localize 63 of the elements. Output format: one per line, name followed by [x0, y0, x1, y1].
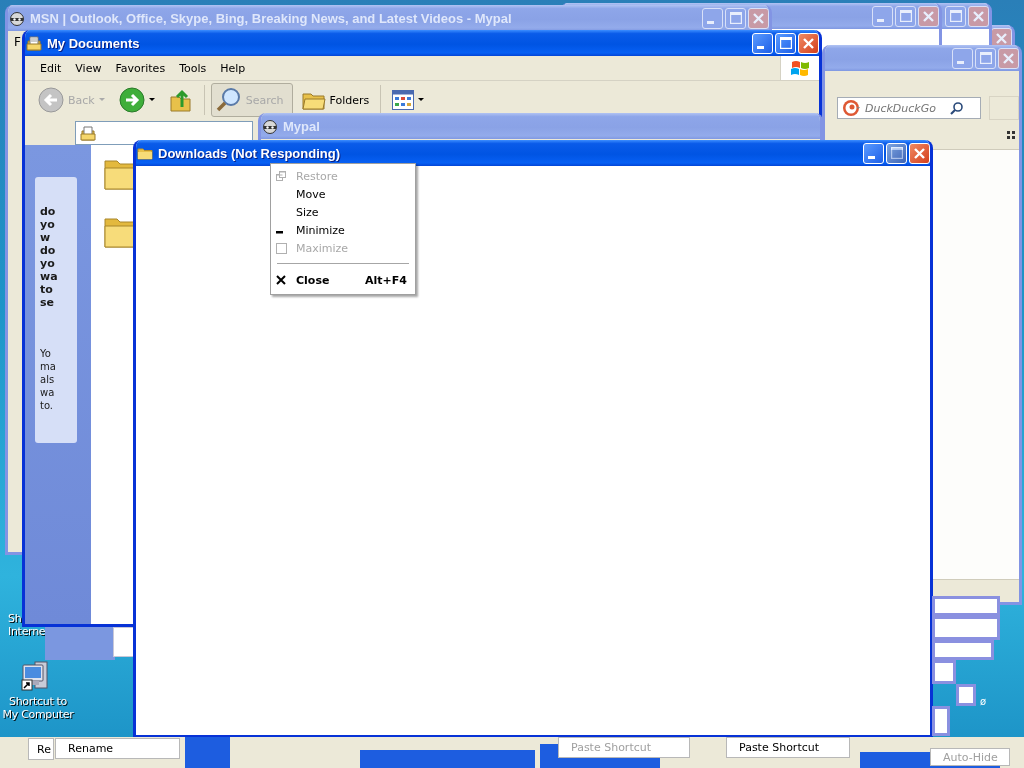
- caret-icon: [98, 98, 105, 102]
- folder-icon: [80, 125, 96, 141]
- app-icon: [9, 10, 25, 26]
- menu-item[interactable]: View: [68, 61, 109, 75]
- minimize-icon: [876, 18, 884, 22]
- menu-item[interactable]: Paste Shortcut: [726, 737, 850, 758]
- menu-item[interactable]: Help: [213, 61, 253, 75]
- maximize-icon: [779, 37, 792, 49]
- maximize-icon: [949, 10, 962, 22]
- maximize-icon: [729, 12, 742, 24]
- close-icon: [996, 32, 1007, 44]
- close-button[interactable]: [968, 5, 989, 27]
- search-icon: [950, 101, 963, 115]
- close-button[interactable]: [918, 5, 939, 27]
- grip-icon: [1007, 131, 1015, 139]
- round-logo-icon: [842, 99, 862, 117]
- menu-item[interactable]: Edit: [33, 61, 69, 75]
- window-title: Downloads (Not Responding): [158, 145, 340, 161]
- menu-item[interactable]: Rename: [55, 738, 180, 759]
- search-box[interactable]: DuckDuckGo: [837, 97, 982, 119]
- menu-item[interactable]: Close Alt+F4: [273, 269, 413, 291]
- close-icon: [973, 10, 984, 22]
- app-icon: [262, 118, 278, 134]
- close-icon: [914, 147, 925, 159]
- minimize-icon: [756, 45, 764, 49]
- maximize-icon: [899, 10, 912, 22]
- window-title: Mypal: [283, 118, 320, 134]
- close-icon: [923, 10, 934, 22]
- close-button[interactable]: [998, 47, 1019, 69]
- menu-item[interactable]: Move: [273, 185, 413, 203]
- window-title: MSN | Outlook, Office, Skype, Bing, Breaking News, and Latest Videos - Mypal: [30, 10, 512, 26]
- restore-icon: [276, 171, 287, 181]
- search-icon: [215, 87, 242, 113]
- menu-item[interactable]: Minimize: [273, 221, 413, 239]
- maximize-icon: [276, 242, 287, 254]
- close-icon: [1003, 52, 1014, 64]
- panel-text: Yo ma als wa to.: [40, 347, 57, 412]
- caret-icon: [148, 98, 155, 102]
- close-icon: [803, 37, 814, 49]
- folders-button[interactable]: Folders: [296, 83, 375, 117]
- menu-item[interactable]: Favorites: [108, 61, 173, 75]
- menu-item[interactable]: F: [14, 35, 21, 51]
- search-field[interactable]: DuckDuckGo: [865, 101, 947, 115]
- menu-item[interactable]: Tools: [172, 61, 214, 75]
- folder-up-icon: [168, 87, 193, 113]
- mark: ø: [980, 696, 987, 707]
- menu-item[interactable]: Re: [28, 738, 54, 760]
- maximize-icon: [890, 147, 903, 159]
- views-icon: [392, 90, 415, 110]
- maximize-icon: [979, 52, 992, 64]
- menu-item[interactable]: Size: [273, 203, 413, 221]
- close-button[interactable]: [748, 7, 769, 29]
- close-icon: [753, 12, 764, 24]
- caret-icon: [418, 98, 425, 102]
- windows-flag-icon: [790, 59, 810, 77]
- minimize-icon: [956, 60, 964, 64]
- toolbar-button[interactable]: [989, 96, 1019, 120]
- window-title: My Documents: [47, 35, 140, 51]
- window-fragment: [185, 737, 230, 768]
- window-fragment: [956, 684, 976, 706]
- close-icon: [276, 275, 286, 285]
- folder-icon: [26, 35, 42, 51]
- minimize-icon: [867, 155, 875, 159]
